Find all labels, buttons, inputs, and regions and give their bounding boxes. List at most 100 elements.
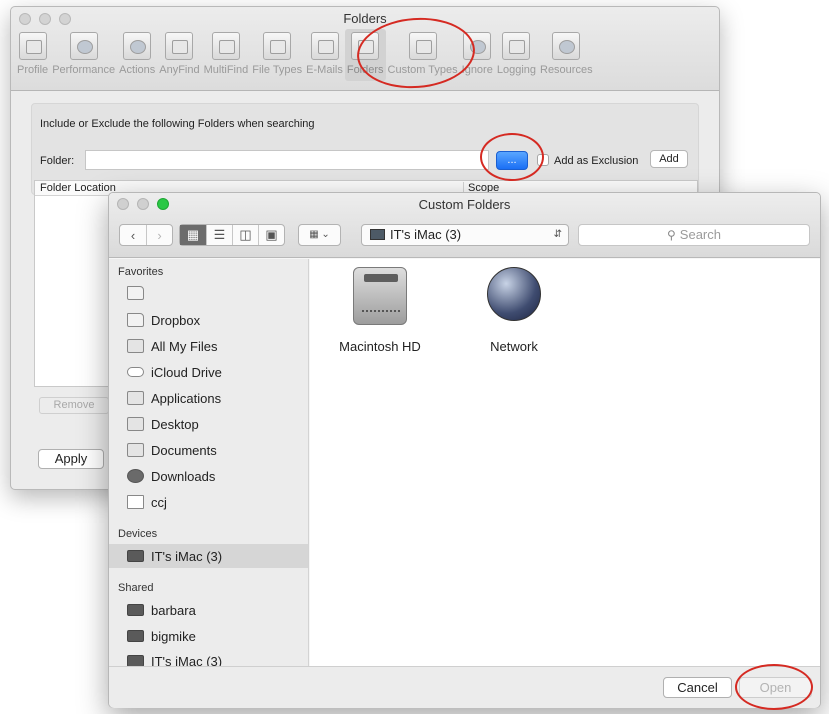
downloads-icon [127,469,144,483]
sidebar-item-label: Downloads [151,468,216,484]
file-types-icon [263,32,292,60]
back-forward-control: ‹ › [119,224,173,246]
toolbar-label: Profile [17,64,49,76]
sidebar-item-barbara[interactable]: barbara [109,598,308,622]
arrange-grid-icon: ▦ [309,229,319,240]
sidebar-item-label: bigmike [151,628,196,644]
sidebar-item-desktop[interactable]: Desktop [109,412,308,436]
folder-icon [127,286,144,300]
computer-icon [127,604,144,616]
toolbar-profile[interactable]: Profile [15,29,50,81]
sidebar-item-label: iCloud Drive [151,364,222,380]
sidebar-heading-shared: Shared [118,582,154,594]
logging-icon [502,32,531,60]
folder-path-input[interactable] [85,150,489,170]
chevron-right-icon: › [157,227,162,243]
volume-network[interactable]: Network [459,267,569,354]
imac-icon [370,229,385,240]
cover-flow-button[interactable]: ▣ [258,225,284,245]
column-header-folder-location[interactable]: Folder Location [40,182,116,194]
toolbar-resources[interactable]: Resources [538,29,595,81]
toolbar-label: File Types [252,64,303,76]
grid-icon: ▦ [186,227,200,242]
sidebar-item-imac-device[interactable]: IT's iMac (3) [109,544,308,568]
toolbar-custom-types[interactable]: Custom Types [386,29,460,81]
columns-icon: ◫ [239,227,252,242]
cancel-button[interactable]: Cancel [663,677,732,698]
folders-icon [351,32,380,60]
sidebar-item-label: barbara [151,602,196,618]
sidebar-item-label: Applications [151,390,222,406]
toolbar-e-mails[interactable]: E-Mails [304,29,345,81]
location-value: IT's iMac (3) [390,227,462,242]
sidebar-item-label: Documents [151,442,217,458]
imac-icon [127,550,144,562]
profile-icon [18,32,47,60]
sidebar: Favorites Dropbox All My Files iCloud Dr… [109,259,309,666]
toolbar-label: Actions [119,64,156,76]
sidebar-item-bigmike[interactable]: bigmike [109,624,308,648]
all-files-icon [127,339,144,353]
gear-icon [123,32,152,60]
folder-icon [127,313,144,327]
view-mode-control: ▦ ☰ ◫ ▣ [179,224,285,246]
toolbar-label: E-Mails [306,64,343,76]
sidebar-item-all-my-files[interactable]: All My Files [109,334,308,358]
documents-icon [127,443,144,457]
toolbar-performance[interactable]: Performance [50,29,117,81]
toolbar-label: Custom Types [387,64,458,76]
add-as-exclusion-checkbox[interactable] [537,154,549,166]
icon-view-button[interactable]: ▦ [180,225,206,245]
add-button[interactable]: Add [650,150,688,168]
sidebar-item-shared-imac[interactable]: IT's iMac (3) [109,649,308,666]
list-view-button[interactable]: ☰ [206,225,232,245]
toolbar-logging[interactable]: Logging [495,29,538,81]
computer-icon [127,630,144,642]
toolbar-anyfind[interactable]: AnyFind [157,29,201,81]
chevron-left-icon: ‹ [130,227,136,243]
toolbar-folders[interactable]: Folders [344,29,386,81]
cover-flow-icon: ▣ [265,227,278,242]
column-view-button[interactable]: ◫ [232,225,258,245]
toolbar-ignore[interactable]: Ignore [460,29,495,81]
sidebar-item-icloud-drive[interactable]: iCloud Drive [109,360,308,384]
sidebar-item-dropbox[interactable]: Dropbox [109,308,308,332]
toolbar-label: Logging [496,64,536,76]
location-popup[interactable]: IT's iMac (3) ⇵ [361,224,569,246]
sidebar-item-home[interactable]: ccj [109,490,308,514]
sidebar-item-label: All My Files [151,338,218,354]
home-icon [127,495,144,509]
toolbar-label: Ignore [461,64,493,76]
sidebar-item-folder[interactable] [109,281,308,305]
dialog-footer: Cancel Open [109,666,820,708]
dialog-titlebar: Custom Folders ‹ › ▦ ☰ ◫ ▣ ▦ ⌄ IT's iMac… [109,193,820,258]
toolbar-label: Folders [346,64,384,76]
list-icon: ☰ [213,227,226,242]
arrange-menu-button[interactable]: ▦ ⌄ [298,224,341,246]
toolbar-file-types[interactable]: File Types [250,29,304,81]
sidebar-item-label: Dropbox [151,312,201,328]
search-input[interactable]: ⚲ Search [578,224,810,246]
applications-icon [127,391,144,405]
search-placeholder: Search [679,227,721,242]
back-button[interactable]: ‹ [120,225,146,245]
remove-button[interactable]: Remove [39,397,109,414]
volume-macintosh-hd[interactable]: Macintosh HD [325,267,435,354]
search-icon: ⚲ [667,228,676,242]
toolbar-multifind[interactable]: MultiFind [202,29,251,81]
toolbar-actions[interactable]: Actions [117,29,157,81]
sidebar-item-applications[interactable]: Applications [109,386,308,410]
toolbar-label: Performance [52,64,116,76]
sidebar-item-documents[interactable]: Documents [109,438,308,462]
cloud-icon [127,367,144,377]
open-button[interactable]: Open [739,677,812,698]
forward-button[interactable]: › [146,225,172,245]
resources-icon [552,32,581,60]
toolbar-label: AnyFind [159,64,200,76]
browse-button[interactable]: ... [496,151,528,170]
up-down-chevron-icon: ⇵ [553,229,562,240]
add-as-exclusion-label: Add as Exclusion [554,155,639,167]
apply-button[interactable]: Apply [38,449,104,469]
preferences-toolbar: Profile Performance Actions AnyFind Mult… [15,29,595,85]
sidebar-item-downloads[interactable]: Downloads [109,464,308,488]
